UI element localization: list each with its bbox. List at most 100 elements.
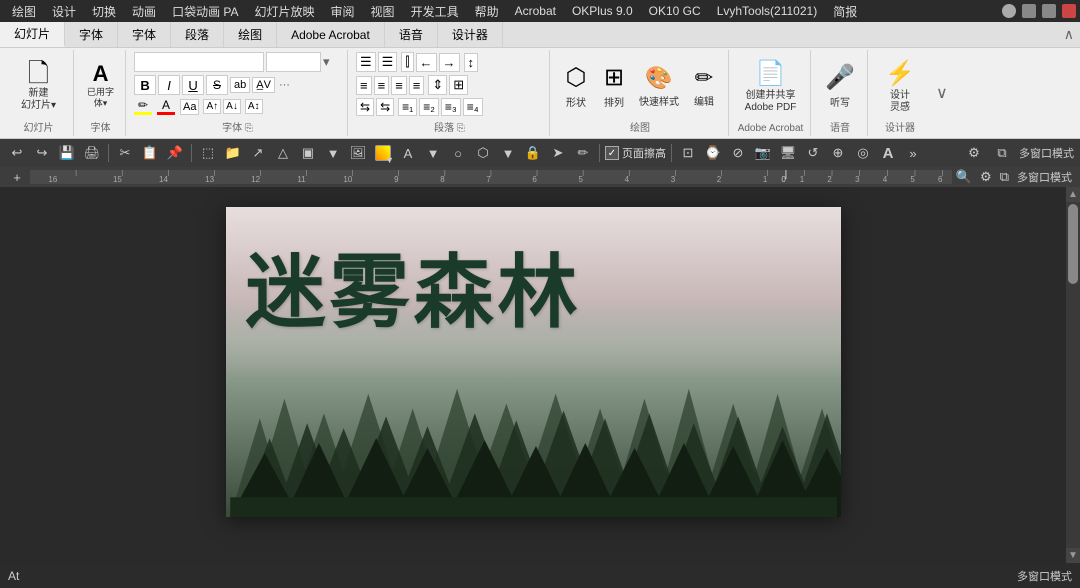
tb2-pen[interactable]: ✏ — [572, 142, 594, 164]
tb2-dropdown2[interactable]: ▼ — [422, 142, 444, 164]
tb2-new[interactable]: ⬚ — [197, 142, 219, 164]
tab-para[interactable]: 段落 — [171, 22, 224, 47]
create-pdf-button[interactable]: 📄 创建并共享Adobe PDF — [740, 56, 802, 117]
tb2-shape1[interactable]: △ — [272, 142, 294, 164]
tb2-zoom2[interactable]: ◎ — [852, 142, 874, 164]
menu-switch[interactable]: 切换 — [84, 1, 124, 22]
settings-icon[interactable]: ⚙ — [963, 142, 985, 164]
tb2-img[interactable]: 🖼 — [347, 142, 369, 164]
tb2-dropdown1[interactable]: ▼ — [322, 142, 344, 164]
text-shadow-button[interactable]: ab — [230, 77, 250, 93]
menu-design[interactable]: 设计 — [44, 1, 84, 22]
tb2-cut[interactable]: ✂ — [114, 142, 136, 164]
status-multiwindow[interactable]: 多窗口模式 — [1017, 568, 1072, 584]
font-size-input[interactable]: 215.1 — [266, 52, 321, 72]
tb2-color-bg[interactable]: ▼ — [372, 142, 394, 164]
menu-view[interactable]: 视图 — [363, 1, 403, 22]
ruler-add-button[interactable]: + — [8, 168, 26, 186]
scroll-track[interactable] — [1066, 202, 1080, 548]
tb2-rotate[interactable]: ↺ — [802, 142, 824, 164]
font-size-grow[interactable]: A↑ — [203, 99, 221, 114]
line-height-button[interactable]: ↕ — [464, 53, 479, 72]
tab-draw[interactable]: 绘图 — [224, 22, 277, 47]
tb2-paste[interactable]: 📌 — [164, 142, 186, 164]
quick-style-button[interactable]: 🎨 快速样式 — [634, 62, 684, 111]
fontused-button[interactable]: A 已用字体▾ — [82, 60, 119, 112]
multiwindow-icon[interactable]: ⧉ — [991, 142, 1013, 164]
tb2-save[interactable]: 💾 — [56, 142, 78, 164]
highlight-color-button[interactable]: ✏ — [134, 98, 152, 115]
para-more2[interactable]: ≡₂ — [419, 98, 439, 116]
align-right-button[interactable]: ≡ — [391, 76, 407, 95]
ribbon-collapse-icon[interactable]: ∧ — [1064, 26, 1074, 43]
settings-ruler-icon[interactable]: ⚙ — [980, 169, 992, 185]
para-more3[interactable]: ≡₃ — [441, 98, 461, 116]
para-more1[interactable]: ≡₁ — [398, 98, 417, 116]
tab-design[interactable]: 设计器 — [438, 22, 503, 47]
menu-review[interactable]: 审阅 — [323, 1, 363, 22]
scroll-thumb[interactable] — [1068, 204, 1078, 284]
tb2-polygon[interactable]: ⬡ — [472, 142, 494, 164]
text-outline-button[interactable]: A̲V — [252, 77, 275, 93]
tb2-lock[interactable]: 🔒 — [522, 142, 544, 164]
font-size-aa[interactable]: Aa — [180, 99, 199, 115]
tb2-dropdown3[interactable]: ▼ — [497, 142, 519, 164]
italic-button[interactable]: I — [158, 75, 180, 95]
list-numbers-button[interactable]: ☰ — [378, 52, 398, 72]
minimize-icon[interactable] — [1022, 4, 1036, 18]
tb2-select[interactable]: ↗ — [247, 142, 269, 164]
tab-acrobat[interactable]: Adobe Acrobat — [277, 22, 385, 47]
col-layout-button[interactable]: ⫿ — [401, 52, 413, 72]
menu-okplus[interactable]: OKPlus 9.0 — [564, 2, 641, 20]
redo-button[interactable]: ↪ — [31, 142, 53, 164]
design-ideas-button[interactable]: ⚡ 设计灵感 — [880, 56, 920, 117]
tb2-record[interactable]: ⊡ — [677, 142, 699, 164]
tb2-timer[interactable]: ⌚ — [702, 142, 724, 164]
menu-jianbo[interactable]: 简报 — [825, 1, 865, 22]
arrange-button[interactable]: ⊞ 排列 — [596, 60, 632, 112]
text-direction-button[interactable]: ⇕ — [428, 75, 447, 95]
menu-ok10[interactable]: OK10 GC — [641, 2, 709, 20]
multiwindow-ruler-label[interactable]: 多窗口模式 — [1017, 169, 1072, 185]
tb2-more[interactable]: » — [902, 142, 924, 164]
strikethrough-button[interactable]: S — [206, 75, 228, 95]
tab-font2[interactable]: 字体 — [118, 22, 171, 47]
tb2-snap[interactable]: 📷 — [752, 142, 774, 164]
pageheight-checkbox[interactable]: ✓ 页面擦高 — [605, 145, 666, 161]
undo-button[interactable]: ↩ — [6, 142, 28, 164]
multiwindow-ruler-icon[interactable]: ⧉ — [1000, 169, 1009, 185]
new-slide-button[interactable]: 🗋 新建幻灯片▾ — [16, 57, 61, 115]
multiwindow-label[interactable]: 多窗口模式 — [1019, 145, 1074, 161]
ribbon-more[interactable]: ∨ — [932, 50, 948, 136]
rtl-button[interactable]: ⇆ — [356, 98, 374, 116]
menu-devtools[interactable]: 开发工具 — [403, 1, 467, 22]
list-bullets-button[interactable]: ☰ — [356, 52, 376, 72]
vertical-scrollbar[interactable]: ▲ ▼ — [1066, 187, 1080, 563]
font-size-dropdown[interactable]: ▾ — [323, 54, 330, 70]
align-center-button[interactable]: ≡ — [374, 76, 390, 95]
tb2-A-big[interactable]: A — [877, 142, 899, 164]
tb2-shape2[interactable]: ▣ — [297, 142, 319, 164]
indent-decrease-button[interactable]: ← — [416, 53, 437, 72]
tb2-copy[interactable]: 📋 — [139, 142, 161, 164]
tb2-circle[interactable]: ○ — [447, 142, 469, 164]
menu-help[interactable]: 帮助 — [467, 1, 507, 22]
menu-acrobat[interactable]: Acrobat — [507, 2, 564, 20]
tb2-eraser[interactable]: ⊘ — [727, 142, 749, 164]
dictate-button[interactable]: 🎤 听写 — [820, 60, 860, 112]
menu-lvyhtools[interactable]: LvyhTools(211021) — [709, 2, 826, 20]
restore-icon[interactable] — [1042, 4, 1056, 18]
tb2-zoom[interactable]: ⊕ — [827, 142, 849, 164]
underline-button[interactable]: U — [182, 75, 204, 95]
font-color-button[interactable]: A — [157, 98, 175, 115]
align-left-button[interactable]: ≡ — [356, 76, 372, 95]
slide-area[interactable]: 迷雾森林 — [0, 187, 1066, 563]
edit-draw-button[interactable]: ✏ 编辑 — [686, 62, 722, 111]
tab-voice[interactable]: 语音 — [385, 22, 438, 47]
menu-pocket-anim[interactable]: 口袋动画 PA — [164, 1, 246, 22]
font-size-shrink[interactable]: A↓ — [223, 99, 241, 114]
search-icon[interactable]: 🔍 — [956, 169, 972, 185]
tb2-open[interactable]: 📁 — [222, 142, 244, 164]
justify-button[interactable]: ≡ — [409, 76, 425, 95]
tb2-screen[interactable]: 🖥 — [777, 142, 799, 164]
